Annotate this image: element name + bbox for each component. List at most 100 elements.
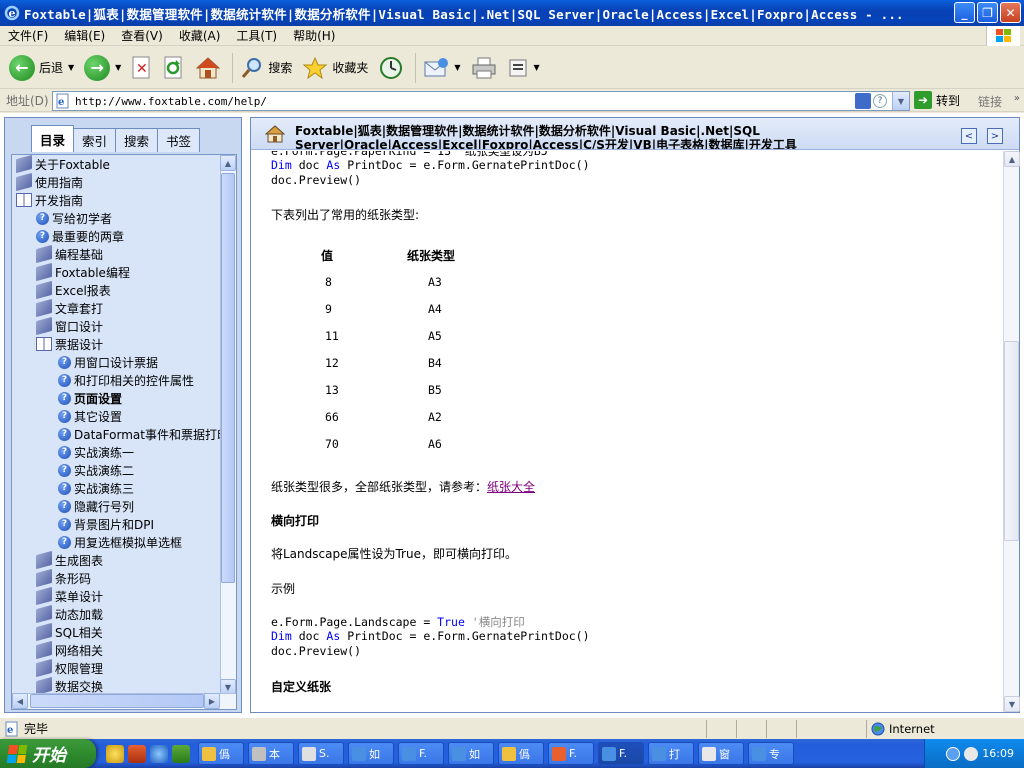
start-button[interactable]: 开始 bbox=[0, 739, 96, 768]
tree-item[interactable]: 编程基础 bbox=[12, 244, 222, 264]
tree-item[interactable]: 关于Foxtable bbox=[12, 155, 222, 174]
tree-item[interactable]: ? 用窗口设计票据 bbox=[12, 353, 222, 371]
taskbar-button[interactable]: S. bbox=[298, 742, 344, 765]
content-vertical-scrollbar[interactable]: ▲ ▼ bbox=[1003, 151, 1020, 712]
minimize-button[interactable]: _ bbox=[954, 2, 975, 23]
scroll-left-icon[interactable]: ◀ bbox=[12, 693, 28, 709]
tree-item[interactable]: SQL相关 bbox=[12, 622, 222, 642]
tree-item[interactable]: 使用指南 bbox=[12, 172, 222, 192]
tree-item[interactable]: ? 和打印相关的控件属性 bbox=[12, 371, 222, 389]
tree-item[interactable]: ? 实战演练一 bbox=[12, 443, 222, 461]
home-button[interactable] bbox=[192, 51, 224, 85]
tree-item[interactable]: ? 实战演练三 bbox=[12, 479, 222, 497]
tree-item[interactable]: 票据设计 bbox=[12, 335, 222, 353]
tree-item[interactable]: 条形码 bbox=[12, 568, 222, 588]
menu-edit[interactable]: 编辑(E) bbox=[56, 27, 113, 44]
paper-list-link[interactable]: 纸张大全 bbox=[487, 480, 535, 494]
scroll-right-icon[interactable]: ▶ bbox=[204, 693, 220, 709]
tree-item[interactable]: ? 用复选框模拟单选框 bbox=[12, 533, 222, 551]
tree-item[interactable]: Foxtable编程 bbox=[12, 262, 222, 282]
mail-button[interactable]: ▼ bbox=[420, 51, 463, 85]
help-icon[interactable]: ? bbox=[873, 94, 887, 108]
tab-index[interactable]: 索引 bbox=[73, 128, 117, 152]
quick-launch-icon[interactable] bbox=[128, 744, 146, 763]
tree-horizontal-scrollbar[interactable]: ◀ ▶ bbox=[12, 693, 236, 709]
maximize-button[interactable]: ❐ bbox=[977, 2, 998, 23]
tree-item[interactable]: 菜单设计 bbox=[12, 586, 222, 606]
back-dropdown-icon[interactable]: ▼ bbox=[68, 63, 74, 72]
previous-topic-icon[interactable]: < bbox=[961, 128, 977, 144]
tree-vertical-scrollbar[interactable]: ▲ ▼ bbox=[220, 155, 236, 695]
forward-button[interactable]: → ▼ bbox=[81, 51, 124, 85]
tree-item[interactable]: ? 隐藏行号列 bbox=[12, 497, 222, 515]
tab-contents[interactable]: 目录 bbox=[31, 125, 75, 152]
taskbar-button[interactable]: F. bbox=[398, 742, 444, 765]
scroll-down-icon[interactable]: ▼ bbox=[1004, 696, 1020, 712]
taskbar-button[interactable]: 如 bbox=[348, 742, 394, 765]
menu-view[interactable]: 查看(V) bbox=[113, 27, 171, 44]
tree-item[interactable]: 开发指南 bbox=[12, 191, 222, 209]
taskbar-button[interactable]: 僞 bbox=[198, 742, 244, 765]
tray-expand-icon[interactable] bbox=[946, 746, 961, 761]
close-button[interactable]: ✕ bbox=[1000, 2, 1021, 23]
taskbar-button[interactable]: 本 bbox=[248, 742, 294, 765]
tree-item[interactable]: 动态加载 bbox=[12, 604, 222, 624]
tree-item[interactable]: ? 实战演练二 bbox=[12, 461, 222, 479]
scroll-up-icon[interactable]: ▲ bbox=[1004, 151, 1020, 167]
scroll-up-icon[interactable]: ▲ bbox=[220, 155, 236, 171]
links-expand-icon[interactable]: » bbox=[1014, 93, 1020, 104]
back-button[interactable]: ← 后退 ▼ bbox=[6, 51, 77, 85]
tree-item[interactable]: 网络相关 bbox=[12, 640, 222, 660]
edit-button[interactable]: ▼ bbox=[504, 51, 543, 85]
clock[interactable]: 16:09 bbox=[982, 747, 1014, 760]
links-button[interactable]: 链接 bbox=[978, 93, 1002, 110]
scroll-thumb[interactable] bbox=[221, 173, 235, 583]
hscroll-thumb[interactable] bbox=[30, 694, 204, 708]
tree-item[interactable]: 权限管理 bbox=[12, 658, 222, 678]
tree-item[interactable]: ? 写给初学者 bbox=[12, 209, 222, 227]
tree-item[interactable]: ? DataFormat事件和票据打印 bbox=[12, 425, 222, 443]
tree-item[interactable]: ? 最重要的两章 bbox=[12, 227, 222, 245]
edit-dropdown-icon[interactable]: ▼ bbox=[534, 63, 540, 72]
quick-launch-icon[interactable] bbox=[172, 744, 190, 763]
ie-quick-icon[interactable] bbox=[150, 744, 168, 763]
address-input[interactable]: e http://www.foxtable.com/help/ ? ▼ bbox=[52, 91, 910, 111]
taskbar-button[interactable]: 专 bbox=[748, 742, 794, 765]
home-icon[interactable] bbox=[265, 125, 285, 143]
stop-button[interactable]: ✕ bbox=[128, 51, 156, 85]
address-dropdown-icon[interactable]: ▼ bbox=[892, 92, 909, 110]
tree-item[interactable]: 文章套打 bbox=[12, 298, 222, 318]
menu-file[interactable]: 文件(F) bbox=[0, 27, 56, 44]
tree-item[interactable]: 生成图表 bbox=[12, 550, 222, 570]
tab-bookmarks[interactable]: 书签 bbox=[157, 128, 201, 152]
title-bar[interactable]: e Foxtable|狐表|数据管理软件|数据统计软件|数据分析软件|Visua… bbox=[0, 0, 1024, 26]
security-icon[interactable] bbox=[855, 93, 871, 109]
next-topic-icon[interactable]: > bbox=[987, 128, 1003, 144]
tree-item[interactable]: 窗口设计 bbox=[12, 316, 222, 336]
refresh-button[interactable] bbox=[160, 51, 188, 85]
tree-item[interactable]: ? 页面设置 bbox=[12, 389, 222, 407]
taskbar-button[interactable]: 窗 bbox=[698, 742, 744, 765]
forward-dropdown-icon[interactable]: ▼ bbox=[115, 63, 121, 72]
menu-help[interactable]: 帮助(H) bbox=[285, 27, 343, 44]
tree-item[interactable]: ? 背景图片和DPI bbox=[12, 515, 222, 533]
tree-item[interactable]: Excel报表 bbox=[12, 280, 222, 300]
print-button[interactable] bbox=[468, 51, 500, 85]
mail-dropdown-icon[interactable]: ▼ bbox=[454, 63, 460, 72]
search-button[interactable]: 搜索 bbox=[237, 51, 295, 85]
tree-item[interactable]: ? 其它设置 bbox=[12, 407, 222, 425]
go-button[interactable]: ➜ 转到 bbox=[914, 91, 960, 109]
quick-launch-icon[interactable] bbox=[106, 744, 124, 763]
volume-icon[interactable] bbox=[964, 746, 979, 761]
tab-search[interactable]: 搜索 bbox=[115, 128, 159, 152]
taskbar-button[interactable]: 如 bbox=[448, 742, 494, 765]
taskbar-button[interactable]: 打 bbox=[648, 742, 694, 765]
taskbar-button[interactable]: F. bbox=[548, 742, 594, 765]
favorites-button[interactable]: 收藏夹 bbox=[299, 51, 371, 85]
menu-favorites[interactable]: 收藏(A) bbox=[171, 27, 229, 44]
taskbar-button[interactable]: 僞 bbox=[498, 742, 544, 765]
menu-tools[interactable]: 工具(T) bbox=[228, 27, 285, 44]
taskbar-button[interactable]: F. bbox=[598, 742, 644, 765]
scroll-thumb[interactable] bbox=[1004, 341, 1019, 541]
history-button[interactable] bbox=[375, 51, 407, 85]
